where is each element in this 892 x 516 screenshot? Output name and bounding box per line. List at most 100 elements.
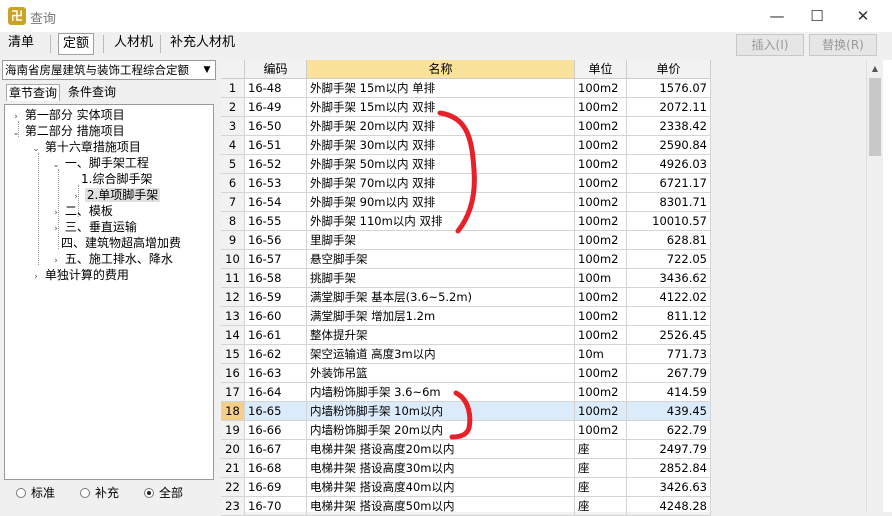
column-header-code[interactable]: 编码 xyxy=(245,60,307,79)
table-row[interactable]: 4 16-51 外脚手架 30m以内 双排 100m2 2590.84 xyxy=(221,136,711,155)
radio-supplement[interactable]: 补充 xyxy=(80,484,119,501)
tree-node-label: 二、模板 xyxy=(64,204,113,218)
cell-index: 10 xyxy=(221,250,245,269)
tree-node-label: 第十六章措施项目 xyxy=(44,140,141,154)
table-row[interactable]: 19 16-66 内墙粉饰脚手架 20m以内 100m2 622.79 xyxy=(221,421,711,440)
cell-unit: 100m2 xyxy=(575,307,627,326)
cell-unit: 100m2 xyxy=(575,421,627,440)
scroll-up-icon[interactable]: ▲ xyxy=(867,60,883,77)
vertical-scrollbar[interactable]: ▲ xyxy=(866,60,883,512)
tree-node[interactable]: › 二、模板 xyxy=(51,203,113,219)
cell-name: 挑脚手架 xyxy=(307,269,575,288)
cell-code: 16-49 xyxy=(245,98,307,117)
cell-unit: 100m2 xyxy=(575,174,627,193)
table-row[interactable]: 1 16-48 外脚手架 15m以内 单排 100m2 1576.07 xyxy=(221,79,711,98)
scroll-thumb[interactable] xyxy=(869,78,881,156)
column-header-name[interactable]: 名称 xyxy=(307,60,575,79)
column-header-price[interactable]: 单价 xyxy=(627,60,711,79)
cell-unit: 100m2 xyxy=(575,79,627,98)
table-row[interactable]: 17 16-64 内墙粉饰脚手架 3.6~6m 100m2 414.59 xyxy=(221,383,711,402)
table-row[interactable]: 15 16-62 架空运输道 高度3m以内 10m 771.73 xyxy=(221,345,711,364)
cell-price: 2852.84 xyxy=(627,459,711,478)
tree-node[interactable]: › 第一部分 实体项目 xyxy=(11,107,124,123)
table-row[interactable]: 16 16-63 外装饰吊篮 100m2 267.79 xyxy=(221,364,711,383)
tree-node[interactable]: › 三、垂直运输 xyxy=(51,219,137,235)
cell-index: 8 xyxy=(221,212,245,231)
tab-chapter-search[interactable]: 章节查询 xyxy=(6,84,61,101)
cell-unit: 100m2 xyxy=(575,326,627,345)
tab-condition-search[interactable]: 条件查询 xyxy=(66,84,118,101)
cell-price: 2072.11 xyxy=(627,98,711,117)
table-row[interactable]: 23 16-70 电梯井架 搭设高度50m以内座 4248.28 xyxy=(221,497,711,516)
table-row[interactable]: 20 16-67 电梯井架 搭设高度20m以内座 2497.79 xyxy=(221,440,711,459)
table-row[interactable]: 14 16-61 整体提升架 100m2 2526.45 xyxy=(221,326,711,345)
table-row[interactable]: 7 16-54 外脚手架 90m以内 双排 100m2 8301.71 xyxy=(221,193,711,212)
cell-index: 20 xyxy=(221,440,245,459)
tree-node[interactable]: › 单独计算的费用 xyxy=(31,267,129,283)
tree-node[interactable]: ⌄ 一、脚手架工程 xyxy=(51,155,149,171)
table-row[interactable]: 3 16-50 外脚手架 20m以内 双排 100m2 2338.42 xyxy=(221,117,711,136)
table-row[interactable]: 10 16-57 悬空脚手架 100m2 722.05 xyxy=(221,250,711,269)
cell-code: 16-61 xyxy=(245,326,307,345)
tree-node[interactable]: 1.综合脚手架 xyxy=(81,171,152,187)
tree-node[interactable]: ⌄ 第二部分 措施项目 xyxy=(11,123,124,141)
cell-unit: 100m2 xyxy=(575,231,627,250)
table-row[interactable]: 18 16-65 内墙粉饰脚手架 10m以内 100m2 439.45 xyxy=(221,402,711,421)
table-row[interactable]: 13 16-60 满堂脚手架 增加层1.2m 100m2 811.12 xyxy=(221,307,711,326)
cell-index: 7 xyxy=(221,193,245,212)
table-row[interactable]: 8 16-55 外脚手架 110m以内 双排 100m2 10010.57 xyxy=(221,212,711,231)
cell-unit: 座 xyxy=(575,459,627,478)
tree-node[interactable]: › 五、施工排水、降水 xyxy=(51,251,173,267)
chevron-down-icon[interactable]: ⌄ xyxy=(11,125,21,141)
cell-index: 19 xyxy=(221,421,245,440)
tab-quota[interactable]: 定额 xyxy=(58,33,95,55)
tab-bill[interactable]: 清单 xyxy=(4,33,38,55)
radio-circle-checked-icon[interactable] xyxy=(144,488,154,498)
replace-button[interactable]: 替换(R) xyxy=(809,34,877,56)
radio-circle-icon[interactable] xyxy=(16,488,26,498)
table-row[interactable]: 6 16-53 外脚手架 70m以内 双排 100m2 6721.17 xyxy=(221,174,711,193)
insert-button[interactable]: 插入(I) xyxy=(736,34,804,56)
cell-code: 16-64 xyxy=(245,383,307,402)
cell-name: 外脚手架 70m以内 双排 xyxy=(307,174,575,193)
toolbar-divider xyxy=(50,35,51,53)
table-row[interactable]: 12 16-59 满堂脚手架 基本层(3.6~5.2m) 100m2 4122.02 xyxy=(221,288,711,307)
tree-node[interactable]: 四、建筑物超高增加费 xyxy=(61,235,181,251)
cell-unit: 100m2 xyxy=(575,155,627,174)
cell-code: 16-57 xyxy=(245,250,307,269)
chevron-down-icon[interactable]: ⌄ xyxy=(51,157,61,173)
radio-label: 标准 xyxy=(31,486,56,500)
column-header-unit[interactable]: 单位 xyxy=(575,60,627,79)
maximize-button[interactable]: ☐ xyxy=(794,0,840,32)
table-row[interactable]: 9 16-56 里脚手架 100m2 628.81 xyxy=(221,231,711,250)
radio-all[interactable]: 全部 xyxy=(144,484,183,501)
app-logo-icon: 卍 xyxy=(8,7,26,25)
cell-code: 16-68 xyxy=(245,459,307,478)
table-row[interactable]: 5 16-52 外脚手架 50m以内 双排 100m2 4926.03 xyxy=(221,155,711,174)
table-row[interactable]: 22 16-69 电梯井架 搭设高度40m以内座 3426.63 xyxy=(221,478,711,497)
cell-price: 2526.45 xyxy=(627,326,711,345)
chevron-down-icon[interactable]: ⌄ xyxy=(31,141,41,157)
quota-library-select[interactable]: 海南省房屋建筑与装饰工程综合定额 ▼ xyxy=(2,60,216,80)
chevron-down-icon[interactable]: ▼ xyxy=(200,62,214,78)
cell-name: 内墙粉饰脚手架 3.6~6m xyxy=(307,383,575,402)
chevron-right-icon[interactable]: › xyxy=(31,269,41,285)
chevron-right-icon[interactable]: › xyxy=(51,221,61,237)
radio-standard[interactable]: 标准 xyxy=(16,484,55,501)
cell-unit: 座 xyxy=(575,478,627,497)
table-row[interactable]: 2 16-49 外脚手架 15m以内 双排 100m2 2072.11 xyxy=(221,98,711,117)
tree-node[interactable]: › 2.单项脚手架 xyxy=(71,187,161,203)
cell-unit: 100m2 xyxy=(575,364,627,383)
table-row[interactable]: 11 16-58 挑脚手架 100m 3436.62 xyxy=(221,269,711,288)
close-button[interactable]: ✕ xyxy=(840,0,886,32)
tab-labor-material-machine[interactable]: 人材机 xyxy=(110,33,157,55)
tree-node[interactable]: ⌄ 第十六章措施项目 xyxy=(31,139,141,155)
radio-circle-icon[interactable] xyxy=(80,488,90,498)
tab-supplement-labor-material-machine[interactable]: 补充人材机 xyxy=(166,33,239,55)
table-row[interactable]: 21 16-68 电梯井架 搭设高度30m以内座 2852.84 xyxy=(221,459,711,478)
title-bar: 卍 查询 — ☐ ✕ xyxy=(0,0,892,32)
tree-node-label: 四、建筑物超高增加费 xyxy=(61,236,182,250)
cell-name: 架空运输道 高度3m以内 xyxy=(307,345,575,364)
cell-name: 整体提升架 xyxy=(307,326,575,345)
tree-node-label: 一、脚手架工程 xyxy=(64,156,149,170)
